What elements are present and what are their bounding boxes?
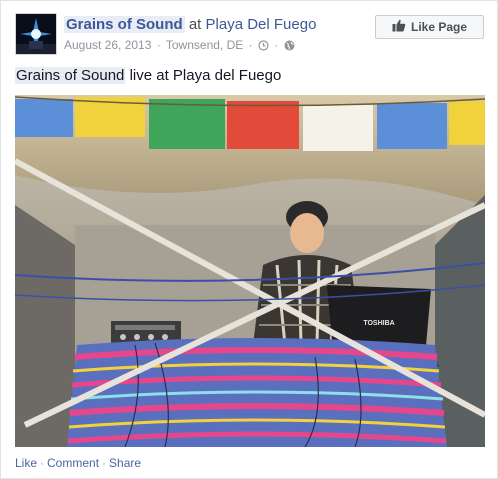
action-separator: ·	[40, 456, 45, 470]
like-page-button[interactable]: Like Page	[375, 15, 484, 39]
thumbs-up-icon	[392, 19, 406, 35]
post-header: Grains of Sound at Playa Del Fuego	[64, 15, 316, 35]
comment-link[interactable]: Comment	[47, 456, 99, 470]
at-text: at	[188, 16, 202, 33]
post-actions: Like · Comment · Share	[15, 456, 141, 470]
globe-icon[interactable]	[284, 39, 295, 55]
caption-page-tag[interactable]: Grains of Sound	[15, 67, 126, 84]
meta-separator: ·	[156, 38, 161, 52]
post-card: Grains of Sound at Playa Del Fuego Augus…	[0, 0, 498, 479]
post-photo[interactable]: TOSHIBA	[15, 95, 485, 447]
meta-separator: ·	[248, 38, 253, 52]
like-page-label: Like Page	[410, 20, 468, 34]
striped-table-cloth	[67, 338, 447, 447]
laptop-brand: TOSHIBA	[363, 320, 394, 327]
post-meta: August 26, 2013 · Townsend, DE · ·	[64, 37, 295, 55]
clock-icon	[258, 39, 269, 55]
post-place[interactable]: Townsend, DE	[166, 38, 243, 52]
action-separator: ·	[102, 456, 107, 470]
page-avatar[interactable]	[15, 13, 57, 55]
page-name-link[interactable]: Grains of Sound	[64, 16, 185, 33]
share-link[interactable]: Share	[109, 456, 141, 470]
post-date[interactable]: August 26, 2013	[64, 38, 151, 52]
meta-separator: ·	[274, 38, 279, 52]
caption-text: live at Playa del Fuego	[125, 67, 282, 84]
post-caption: Grains of Sound live at Playa del Fuego	[15, 66, 281, 86]
like-link[interactable]: Like	[15, 456, 37, 470]
location-link[interactable]: Playa Del Fuego	[206, 16, 317, 33]
